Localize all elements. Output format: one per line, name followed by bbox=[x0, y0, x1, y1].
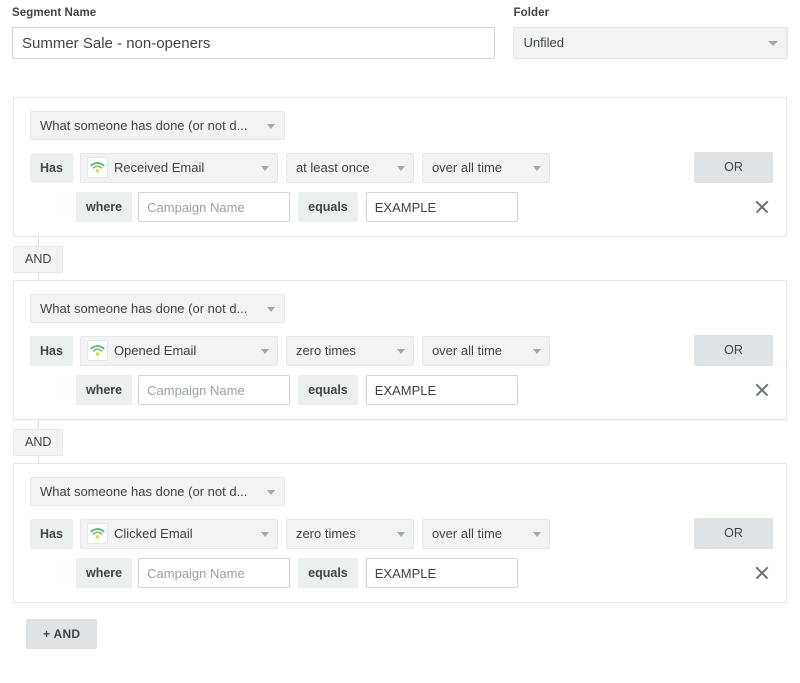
has-label: Has bbox=[30, 153, 73, 183]
condition-where-row: where equals bbox=[14, 558, 786, 588]
frequency-select[interactable]: zero times bbox=[286, 336, 414, 366]
chevron-down-icon bbox=[533, 349, 541, 354]
folder-label: Folder bbox=[513, 6, 788, 20]
chevron-down-icon bbox=[261, 349, 269, 354]
frequency-value: zero times bbox=[296, 343, 356, 358]
metric-select[interactable]: Received Email bbox=[80, 153, 278, 183]
segment-name-label: Segment Name bbox=[12, 6, 495, 20]
frequency-select[interactable]: zero times bbox=[286, 519, 414, 549]
metric-label: Clicked Email bbox=[114, 526, 193, 541]
operator-label: equals bbox=[298, 558, 358, 588]
timeframe-select[interactable]: over all time bbox=[422, 153, 550, 183]
attribute-input[interactable] bbox=[138, 558, 290, 588]
segment-form-header: Segment Name Folder Unfiled bbox=[0, 0, 800, 59]
chevron-down-icon bbox=[397, 532, 405, 537]
where-label: where bbox=[76, 192, 132, 222]
chevron-down-icon bbox=[397, 349, 405, 354]
and-connector: AND bbox=[13, 237, 787, 280]
timeframe-value: over all time bbox=[432, 160, 502, 175]
value-input[interactable] bbox=[366, 558, 518, 588]
condition-type-row: What someone has done (or not d... bbox=[14, 111, 786, 143]
or-button[interactable]: OR bbox=[694, 335, 773, 366]
condition-main-row: Has Clicked Email zero times bbox=[14, 518, 786, 549]
condition-main-row: Has Opened Email zero times bbox=[14, 335, 786, 366]
metric-select[interactable]: Opened Email bbox=[80, 336, 278, 366]
folder-field-group: Folder Unfiled bbox=[513, 6, 788, 59]
segment-builder-page: Segment Name Folder Unfiled What someone… bbox=[0, 0, 800, 683]
condition-type-select[interactable]: What someone has done (or not d... bbox=[30, 111, 285, 140]
condition-main-row: Has Received Email at least once bbox=[14, 152, 786, 183]
chevron-down-icon bbox=[533, 166, 541, 171]
condition-type-value: What someone has done (or not d... bbox=[40, 484, 247, 499]
signal-wifi-icon bbox=[87, 340, 108, 361]
metric-label: Opened Email bbox=[114, 343, 196, 358]
chevron-down-icon bbox=[397, 166, 405, 171]
folder-select[interactable]: Unfiled bbox=[513, 27, 788, 59]
timeframe-value: over all time bbox=[432, 343, 502, 358]
operator-label: equals bbox=[298, 375, 358, 405]
has-label: Has bbox=[30, 336, 73, 366]
condition-type-row: What someone has done (or not d... bbox=[14, 477, 786, 509]
segment-name-field-group: Segment Name bbox=[12, 6, 495, 59]
condition-type-select[interactable]: What someone has done (or not d... bbox=[30, 294, 285, 323]
condition-type-value: What someone has done (or not d... bbox=[40, 301, 247, 316]
chevron-down-icon bbox=[267, 124, 275, 129]
timeframe-select[interactable]: over all time bbox=[422, 336, 550, 366]
folder-select-value: Unfiled bbox=[523, 35, 563, 50]
chevron-down-icon bbox=[267, 307, 275, 312]
add-and-button[interactable]: + AND bbox=[26, 619, 97, 649]
where-label: where bbox=[76, 558, 132, 588]
metric-select[interactable]: Clicked Email bbox=[80, 519, 278, 549]
and-connector: AND bbox=[13, 420, 787, 463]
and-badge[interactable]: AND bbox=[13, 246, 63, 273]
chevron-down-icon bbox=[533, 532, 541, 537]
condition-where-row: where equals bbox=[14, 375, 786, 405]
metric-label: Received Email bbox=[114, 160, 204, 175]
add-condition-row: + AND bbox=[13, 603, 787, 649]
chevron-down-icon bbox=[261, 532, 269, 537]
attribute-input[interactable] bbox=[138, 375, 290, 405]
attribute-input[interactable] bbox=[138, 192, 290, 222]
chevron-down-icon bbox=[768, 41, 778, 46]
signal-wifi-icon bbox=[87, 523, 108, 544]
where-label: where bbox=[76, 375, 132, 405]
frequency-value: zero times bbox=[296, 526, 356, 541]
close-icon[interactable] bbox=[751, 379, 773, 401]
condition-card: What someone has done (or not d... Has R… bbox=[13, 97, 787, 237]
condition-type-select[interactable]: What someone has done (or not d... bbox=[30, 477, 285, 506]
has-label: Has bbox=[30, 519, 73, 549]
frequency-value: at least once bbox=[296, 160, 370, 175]
and-badge[interactable]: AND bbox=[13, 429, 63, 456]
or-button[interactable]: OR bbox=[694, 152, 773, 183]
chevron-down-icon bbox=[267, 490, 275, 495]
value-input[interactable] bbox=[366, 375, 518, 405]
value-input[interactable] bbox=[366, 192, 518, 222]
timeframe-select[interactable]: over all time bbox=[422, 519, 550, 549]
condition-type-value: What someone has done (or not d... bbox=[40, 118, 247, 133]
segment-name-input[interactable] bbox=[12, 27, 495, 59]
or-button[interactable]: OR bbox=[694, 518, 773, 549]
close-icon[interactable] bbox=[751, 196, 773, 218]
condition-card: What someone has done (or not d... Has C… bbox=[13, 463, 787, 603]
frequency-select[interactable]: at least once bbox=[286, 153, 414, 183]
condition-card: What someone has done (or not d... Has O… bbox=[13, 280, 787, 420]
close-icon[interactable] bbox=[751, 562, 773, 584]
condition-where-row: where equals bbox=[14, 192, 786, 222]
conditions-container: What someone has done (or not d... Has R… bbox=[0, 97, 800, 649]
operator-label: equals bbox=[298, 192, 358, 222]
signal-wifi-icon bbox=[87, 157, 108, 178]
timeframe-value: over all time bbox=[432, 526, 502, 541]
chevron-down-icon bbox=[261, 166, 269, 171]
condition-type-row: What someone has done (or not d... bbox=[14, 294, 786, 326]
